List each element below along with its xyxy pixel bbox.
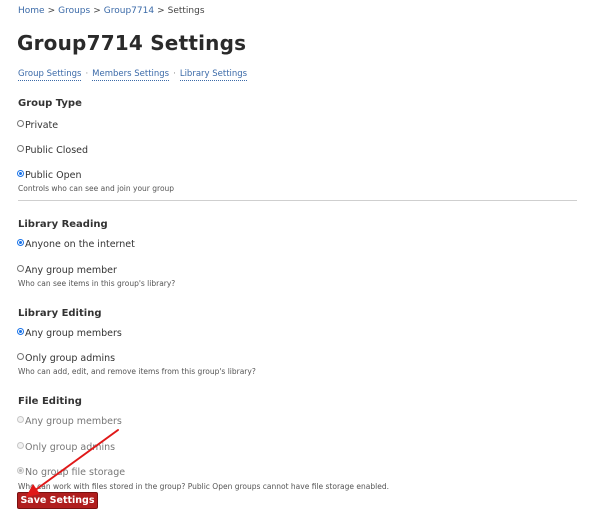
annotation-arrow-icon [26, 429, 119, 497]
